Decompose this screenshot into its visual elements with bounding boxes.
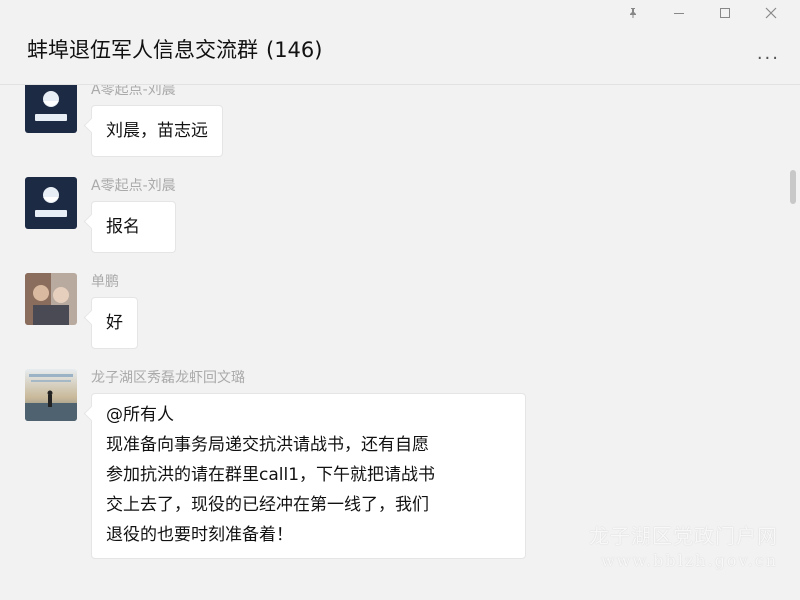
pin-icon[interactable] xyxy=(610,0,656,26)
message-text: 交上去了，现役的已经冲在第一线了，我们 xyxy=(106,495,429,515)
message-text: 刘晨，苗志远 xyxy=(106,121,208,141)
scrollbar-thumb[interactable] xyxy=(790,170,796,204)
message-item: 龙子湖区秀磊龙虾回文璐 @所有人 现准备向事务局递交抗洪请战书，还有自愿 参加抗… xyxy=(25,369,526,559)
message-list[interactable]: A零起点-刘晨 刘晨，苗志远 A零起点-刘晨 报名 单鹏 好 龙子湖区秀磊龙虾回… xyxy=(0,85,800,600)
logo-avatar[interactable] xyxy=(25,177,77,229)
window-controls xyxy=(610,0,800,26)
message-item: A零起点-刘晨 刘晨，苗志远 xyxy=(25,85,223,157)
message-text: 退役的也要时刻准备着！ xyxy=(106,525,293,545)
sender-name: A零起点-刘晨 xyxy=(91,85,176,98)
message-text: 参加抗洪的请在群里call1，下午就把请战书 xyxy=(106,465,436,485)
chat-title: 蚌埠退伍军人信息交流群 (146) xyxy=(27,34,322,64)
message-text: 好 xyxy=(106,313,123,333)
maximize-icon[interactable] xyxy=(702,0,748,26)
sender-name: 单鹏 xyxy=(91,274,119,290)
sender-name: A零起点-刘晨 xyxy=(91,178,176,194)
beach-avatar[interactable] xyxy=(25,369,77,421)
message-bubble[interactable]: @所有人 现准备向事务局递交抗洪请战书，还有自愿 参加抗洪的请在群里call1，… xyxy=(91,393,526,559)
more-options-button[interactable]: ··· xyxy=(757,48,780,69)
group-name: 蚌埠退伍军人信息交流群 xyxy=(27,38,258,62)
message-text-mention: @所有人 xyxy=(106,405,174,425)
message-bubble[interactable]: 报名 xyxy=(91,201,176,253)
message-bubble[interactable]: 好 xyxy=(91,297,138,349)
message-text: 报名 xyxy=(106,217,140,237)
message-item: 单鹏 好 xyxy=(25,273,138,349)
minimize-icon[interactable] xyxy=(656,0,702,26)
member-count: (146) xyxy=(266,38,323,62)
message-bubble[interactable]: 刘晨，苗志远 xyxy=(91,105,223,157)
sender-name: 龙子湖区秀磊龙虾回文璐 xyxy=(91,370,245,386)
message-item: A零起点-刘晨 报名 xyxy=(25,177,176,253)
logo-avatar[interactable] xyxy=(25,85,77,133)
photo-avatar[interactable] xyxy=(25,273,77,325)
close-icon[interactable] xyxy=(748,0,794,26)
message-text: 现准备向事务局递交抗洪请战书，还有自愿 xyxy=(106,435,429,455)
